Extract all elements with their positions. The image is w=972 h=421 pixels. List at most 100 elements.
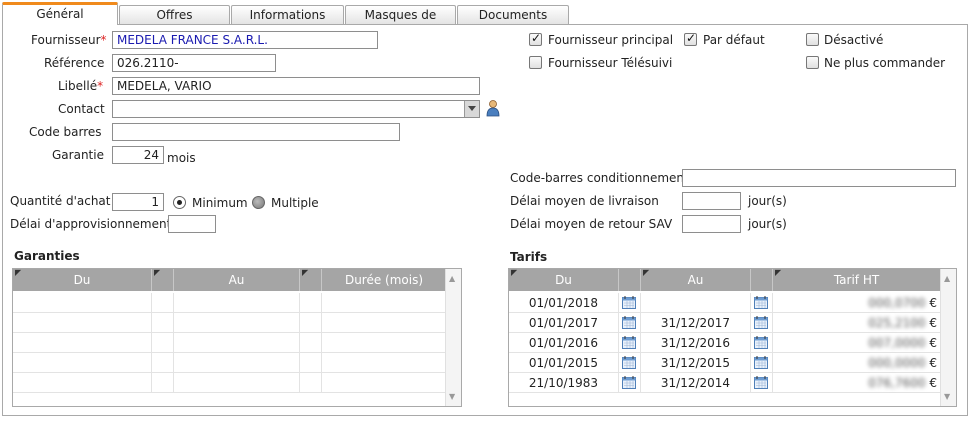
ne-plus-commander-checkbox[interactable] [806, 56, 819, 69]
libelle-input[interactable]: MEDELA, VARIO [112, 77, 480, 95]
garanties-col-duree[interactable]: Durée (mois) [322, 269, 447, 291]
tarif-du-calendar[interactable] [619, 353, 641, 373]
garanties-col-au[interactable]: Au [174, 269, 300, 291]
calendar-icon[interactable] [754, 316, 768, 329]
table-row[interactable]: 01/01/2017 31/12/2017 025,2100 € [509, 313, 941, 333]
minimum-radio[interactable] [173, 196, 186, 209]
contact-select[interactable] [112, 100, 480, 118]
minimum-label: Minimum [192, 196, 248, 210]
scroll-up-icon[interactable]: ▲ [944, 274, 950, 283]
fournisseur-telesuivi-checkbox[interactable] [529, 56, 542, 69]
tab-documents[interactable]: Documents [457, 5, 569, 24]
multiple-label: Multiple [271, 196, 319, 210]
tarif-ht-cell[interactable]: 000,0000 € [773, 353, 941, 373]
calendar-icon[interactable] [754, 296, 768, 309]
tarif-au-cell[interactable]: 31/12/2017 [641, 313, 751, 333]
libelle-label: Libellé* [58, 79, 104, 93]
calendar-icon[interactable] [754, 356, 768, 369]
tarif-au-calendar[interactable] [751, 293, 773, 313]
scroll-down-icon[interactable]: ▼ [449, 392, 455, 401]
table-row [13, 333, 447, 353]
tarifs-scrollbar[interactable]: ▲ ▼ [940, 269, 956, 406]
calendar-icon[interactable] [754, 376, 768, 389]
garanties-scrollbar[interactable]: ▲ ▼ [445, 269, 461, 406]
par-defaut-checkbox[interactable] [684, 31, 697, 46]
tarif-du-calendar[interactable] [619, 373, 641, 393]
tarif-ht-cell[interactable]: 000,0700 € [773, 293, 941, 313]
calendar-icon[interactable] [622, 296, 636, 309]
fournisseur-principal-checkbox[interactable] [529, 31, 542, 46]
fournisseur-input[interactable]: MEDELA FRANCE S.A.R.L. [112, 31, 378, 49]
garanties-col-du[interactable]: ◤ Du [13, 269, 152, 291]
delai-livraison-label: Délai moyen de livraison [510, 194, 659, 208]
table-row[interactable]: 21/10/1983 31/12/2014 076,7600 € [509, 373, 941, 393]
garantie-input[interactable]: 24 [112, 146, 164, 164]
tarif-value: 000,0700 [868, 296, 926, 310]
calendar-icon[interactable] [622, 356, 636, 369]
scroll-down-icon[interactable]: ▼ [944, 392, 950, 401]
tarif-au-cell[interactable]: 31/12/2015 [641, 353, 751, 373]
table-row[interactable]: 01/01/2018 000,0700 € [509, 293, 941, 313]
contact-person-icon[interactable] [486, 99, 500, 117]
tarifs-col-du[interactable]: ◤ Du [509, 269, 619, 291]
tarif-au-calendar[interactable] [751, 313, 773, 333]
tarif-du-cell[interactable]: 01/01/2018 [509, 293, 619, 313]
tarif-du-cell[interactable]: 01/01/2016 [509, 333, 619, 353]
tarif-du-calendar[interactable] [619, 333, 641, 353]
tarif-du-calendar[interactable] [619, 293, 641, 313]
tarif-ht-cell[interactable]: 007,0000 € [773, 333, 941, 353]
code-barres-input[interactable] [112, 123, 400, 141]
calendar-icon[interactable] [754, 336, 768, 349]
scroll-up-icon[interactable]: ▲ [449, 274, 455, 283]
reference-input[interactable]: 026.2110- [112, 54, 276, 72]
contact-dropdown-button[interactable] [464, 101, 479, 117]
tarif-value: 007,0000 [868, 336, 926, 350]
tarif-au-calendar[interactable] [751, 353, 773, 373]
garanties-grid[interactable]: ◤ Du ◤ Au ◤ Durée (mois) ▲ ▼ [12, 268, 462, 407]
tarifs-col-tarif[interactable]: ◤ Tarif HT [773, 269, 941, 291]
tarif-value: 076,7600 [868, 376, 926, 390]
tab-informations[interactable]: Informations [231, 5, 344, 24]
garantie-label: Garantie [52, 148, 104, 162]
tarif-du-cell[interactable]: 01/01/2017 [509, 313, 619, 333]
tarif-ht-cell[interactable]: 076,7600 € [773, 373, 941, 393]
tab-offres[interactable]: Offres [119, 5, 230, 24]
calendar-icon[interactable] [622, 316, 636, 329]
tarif-au-calendar[interactable] [751, 373, 773, 393]
delai-appro-input[interactable] [168, 215, 216, 233]
delai-retour-input[interactable] [682, 215, 741, 233]
table-row[interactable]: 01/01/2015 31/12/2015 000,0000 € [509, 353, 941, 373]
fournisseur-telesuivi-label: Fournisseur Télésuivi [548, 56, 673, 70]
tarif-value: 025,2100 [868, 316, 926, 330]
delai-livraison-input[interactable] [682, 192, 741, 210]
tarif-du-calendar[interactable] [619, 313, 641, 333]
desactive-checkbox[interactable] [806, 33, 819, 46]
tarif-du-cell[interactable]: 21/10/1983 [509, 373, 619, 393]
multiple-radio[interactable] [252, 196, 265, 209]
quantite-achat-input[interactable]: 1 [112, 193, 164, 211]
table-row [13, 293, 447, 313]
tarif-au-cell[interactable] [641, 293, 751, 313]
table-row [13, 373, 447, 393]
tarif-au-cell[interactable]: 31/12/2016 [641, 333, 751, 353]
tab-masques-de-saisie[interactable]: Masques de saisie [345, 5, 456, 40]
tarif-au-calendar[interactable] [751, 333, 773, 353]
tab-bar: Général Offres Informations Masques de s… [0, 0, 972, 40]
tarif-du-cell[interactable]: 01/01/2015 [509, 353, 619, 373]
tarifs-grid[interactable]: ◤ Du ◤ Au ◤ Tarif HT 01/01/2018 000,0700… [508, 268, 957, 407]
chevron-down-icon [468, 106, 476, 111]
tarifs-col-spacer [619, 269, 641, 291]
delai-livraison-unit: jour(s) [748, 194, 787, 208]
tarif-ht-cell[interactable]: 025,2100 € [773, 313, 941, 333]
code-barres-cond-input[interactable] [682, 169, 956, 187]
currency-symbol: € [929, 296, 937, 310]
calendar-icon[interactable] [622, 336, 636, 349]
tarif-au-cell[interactable]: 31/12/2014 [641, 373, 751, 393]
tab-general[interactable]: Général [2, 2, 118, 25]
par-defaut-label: Par défaut [703, 33, 765, 47]
tarifs-col-au[interactable]: ◤ Au [641, 269, 751, 291]
calendar-icon[interactable] [622, 376, 636, 389]
currency-symbol: € [929, 316, 937, 330]
reference-label: Référence [44, 56, 105, 70]
table-row[interactable]: 01/01/2016 31/12/2016 007,0000 € [509, 333, 941, 353]
